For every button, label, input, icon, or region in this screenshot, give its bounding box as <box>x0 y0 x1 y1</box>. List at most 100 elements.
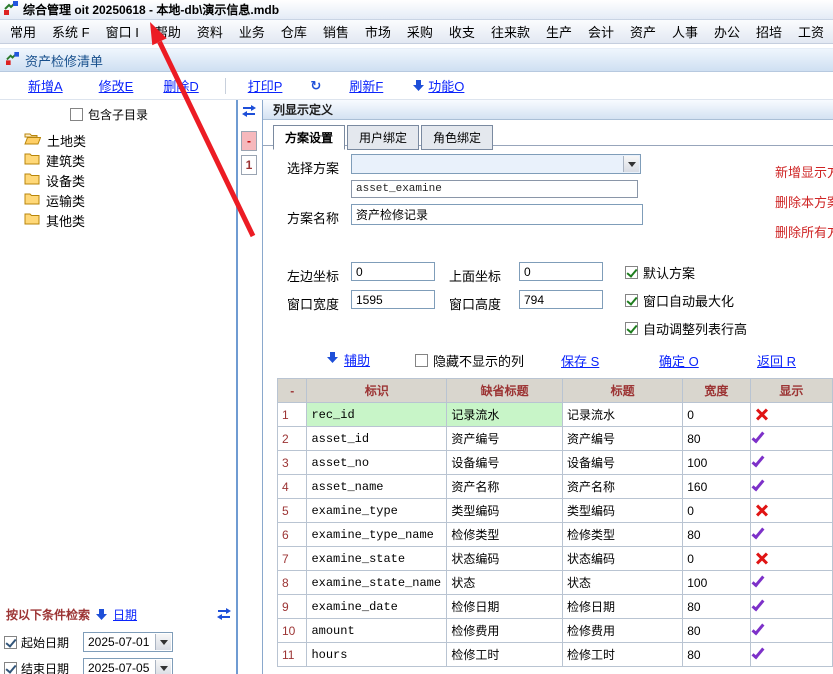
tab-2[interactable]: 用户绑定 <box>347 125 419 150</box>
table-row-3[interactable]: 3asset_no设备编号设备编号100 <box>278 451 833 475</box>
table-row-6[interactable]: 6examine_type_name检修类型检修类型80 <box>278 523 833 547</box>
ok-button[interactable]: 确定 O <box>659 351 699 370</box>
table-row-8[interactable]: 8examine_state_name状态状态100 <box>278 571 833 595</box>
menu-item-10[interactable]: 采购 <box>399 20 441 44</box>
default-scheme-checkbox[interactable] <box>625 266 638 279</box>
header-width[interactable]: 宽度 <box>683 379 750 403</box>
edit-button[interactable]: 修改E <box>99 76 134 95</box>
cell-show[interactable] <box>750 643 832 667</box>
auto-row-height-checkbox[interactable] <box>625 322 638 335</box>
end-date-dropdown-button[interactable] <box>155 660 171 674</box>
save-button[interactable]: 保存 S <box>561 351 599 370</box>
tree-item-3[interactable]: 设备类 <box>24 170 224 190</box>
include-subdir-checkbox[interactable] <box>70 108 83 121</box>
splitter[interactable] <box>236 100 238 674</box>
menu-item-13[interactable]: 生产 <box>538 20 580 44</box>
cell-identifier: examine_state_name <box>307 571 447 595</box>
table-row-2[interactable]: 2asset_id资产编号资产编号80 <box>278 427 833 451</box>
cell-show[interactable] <box>750 403 832 427</box>
tab-1[interactable]: 方案设置 <box>273 125 345 150</box>
header-corner[interactable]: - <box>278 379 307 403</box>
side-link-1[interactable]: 新增显示方案 <box>775 162 833 181</box>
row-number: 8 <box>278 571 307 595</box>
end-date-checkbox[interactable] <box>4 662 17 674</box>
date-menu[interactable]: 日期 <box>113 606 137 623</box>
cell-show[interactable] <box>750 427 832 451</box>
menu-item-18[interactable]: 招培 <box>748 20 790 44</box>
end-date-combo[interactable]: 2025-07-05 <box>83 658 173 674</box>
top-coord-input[interactable] <box>519 262 603 281</box>
menu-item-19[interactable]: 工资 <box>790 20 832 44</box>
refresh-button[interactable]: 刷新F <box>349 76 383 95</box>
menu-item-5[interactable]: 资料 <box>189 20 231 44</box>
menu-item-14[interactable]: 会计 <box>580 20 622 44</box>
menu-item-11[interactable]: 收支 <box>441 20 483 44</box>
table-row-1[interactable]: 1rec_id记录流水记录流水0 <box>278 403 833 427</box>
tree-item-5[interactable]: 其他类 <box>24 210 224 230</box>
cell-show[interactable] <box>750 451 832 475</box>
back-button[interactable]: 返回 R <box>757 351 796 370</box>
menu-item-7[interactable]: 仓库 <box>273 20 315 44</box>
auto-maximize-checkbox[interactable] <box>625 294 638 307</box>
strip-minus-button[interactable]: - <box>241 131 257 151</box>
start-date-combo[interactable]: 2025-07-01 <box>83 632 173 652</box>
strip-swap-icon[interactable] <box>241 105 257 118</box>
helper-menu[interactable]: 辅助 <box>344 350 370 369</box>
delete-button[interactable]: 删除D <box>163 76 198 95</box>
side-link-3[interactable]: 删除所有方案 <box>775 222 833 241</box>
header-show[interactable]: 显示 <box>750 379 832 403</box>
table-row-10[interactable]: 10amount检修费用检修费用80 <box>278 619 833 643</box>
menu-item-2[interactable]: 系统 F <box>44 20 98 44</box>
menu-item-16[interactable]: 人事 <box>664 20 706 44</box>
toolbar-separator <box>225 78 226 94</box>
menu-item-3[interactable]: 窗口 I <box>98 20 147 44</box>
check-icon <box>751 597 764 611</box>
header-title[interactable]: 标题 <box>562 379 682 403</box>
window-height-input[interactable] <box>519 290 603 309</box>
tree-item-4[interactable]: 运输类 <box>24 190 224 210</box>
table-row-4[interactable]: 4asset_name资产名称资产名称160 <box>278 475 833 499</box>
cell-show[interactable] <box>750 547 832 571</box>
functions-button[interactable]: 功能O <box>428 76 464 95</box>
table-row-11[interactable]: 11hours检修工时检修工时80 <box>278 643 833 667</box>
menu-item-15[interactable]: 资产 <box>622 20 664 44</box>
menu-item-9[interactable]: 市场 <box>357 20 399 44</box>
tree-item-2[interactable]: 建筑类 <box>24 150 224 170</box>
scheme-select-combo[interactable] <box>351 154 641 174</box>
tab-3[interactable]: 角色绑定 <box>421 125 493 150</box>
menu-item-1[interactable]: 常用 <box>2 20 44 44</box>
filter-swap-icon[interactable] <box>216 608 232 621</box>
cell-show[interactable] <box>750 475 832 499</box>
cell-show[interactable] <box>750 571 832 595</box>
menu-item-17[interactable]: 办公 <box>706 20 748 44</box>
table-row-9[interactable]: 9examine_date检修日期检修日期80 <box>278 595 833 619</box>
columns-table-header: - 标识 缺省标题 标题 宽度 显示 <box>278 379 833 403</box>
scheme-select-dropdown-button[interactable] <box>623 156 639 172</box>
cell-show[interactable] <box>750 619 832 643</box>
add-button[interactable]: 新增A <box>28 76 63 95</box>
tree-item-1[interactable]: 土地类 <box>24 130 224 150</box>
hide-columns-checkbox[interactable] <box>415 354 428 367</box>
left-coord-input[interactable] <box>351 262 435 281</box>
start-date-dropdown-button[interactable] <box>155 634 171 650</box>
print-button[interactable]: 打印P <box>248 76 283 95</box>
header-default-title[interactable]: 缺省标题 <box>447 379 563 403</box>
table-row-7[interactable]: 7examine_state状态编码状态编码0 <box>278 547 833 571</box>
menu-item-4[interactable]: 帮助 <box>147 20 189 44</box>
scheme-name-input[interactable] <box>351 204 643 225</box>
cell-title: 检修工时 <box>562 643 682 667</box>
header-identifier[interactable]: 标识 <box>307 379 447 403</box>
cell-show[interactable] <box>750 595 832 619</box>
menu-item-8[interactable]: 销售 <box>315 20 357 44</box>
folder-icon <box>24 152 40 168</box>
cell-show[interactable] <box>750 523 832 547</box>
start-date-checkbox[interactable] <box>4 636 17 649</box>
cell-show[interactable] <box>750 499 832 523</box>
table-row-5[interactable]: 5examine_type类型编码类型编码0 <box>278 499 833 523</box>
side-link-2[interactable]: 删除本方案 <box>775 192 833 211</box>
row-number: 7 <box>278 547 307 571</box>
menu-item-12[interactable]: 往来款 <box>483 20 538 44</box>
menu-item-6[interactable]: 业务 <box>231 20 273 44</box>
window-width-input[interactable] <box>351 290 435 309</box>
strip-one-button[interactable]: 1 <box>241 155 257 175</box>
